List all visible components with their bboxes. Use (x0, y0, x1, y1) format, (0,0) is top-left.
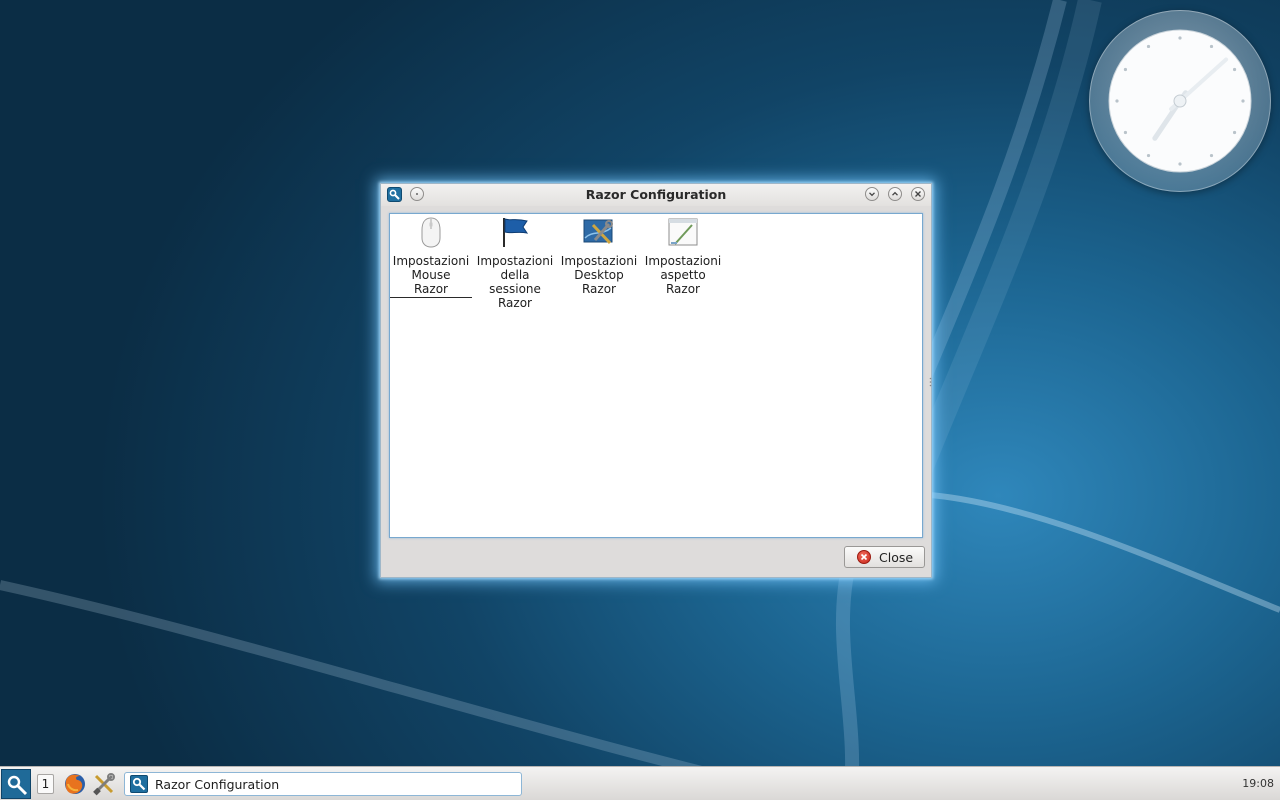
taskbar-clock[interactable]: 19:08 (1242, 777, 1274, 790)
clock-tick (1209, 44, 1214, 49)
clock-tick (1178, 162, 1182, 166)
item-session-settings[interactable]: Impostazioni della sessione Razor (474, 216, 556, 310)
clock-tick (1241, 99, 1245, 103)
close-icon (915, 191, 921, 197)
clock-tick (1146, 44, 1151, 49)
clock-tick (1232, 130, 1237, 135)
taskbar: 1 Razor Configuration 19:08 (0, 766, 1280, 800)
item-appearance-settings[interactable]: Impostazioni aspetto Razor (642, 216, 724, 296)
chevron-down-icon (869, 192, 875, 197)
clock-tick (1209, 153, 1214, 158)
app-icon (130, 775, 148, 793)
item-mouse-settings[interactable]: Impostazioni Mouse Razor (390, 216, 472, 298)
tools-icon (93, 773, 115, 796)
window-title: Razor Configuration (585, 187, 727, 202)
item-label: Impostazioni aspetto Razor (644, 254, 722, 296)
close-button-label: Close (879, 550, 914, 565)
appearance-icon (667, 216, 699, 248)
chevron-up-icon (892, 191, 898, 196)
analog-clock-widget[interactable] (1089, 10, 1271, 192)
desktop-switcher-1[interactable]: 1 (37, 774, 54, 794)
close-button[interactable]: Close (844, 546, 925, 568)
clock-face-icon (1108, 29, 1252, 173)
flag-icon (499, 216, 531, 248)
task-title: Razor Configuration (155, 777, 280, 792)
item-label: Impostazioni della sessione Razor (476, 254, 554, 310)
item-desktop-settings[interactable]: Impostazioni Desktop Razor (558, 216, 640, 296)
clock-tick (1123, 67, 1128, 72)
clock-tick (1115, 99, 1119, 103)
settings-launcher[interactable] (92, 772, 116, 796)
razor-logo-icon (7, 775, 28, 796)
firefox-icon (65, 774, 85, 794)
desktop-settings-icon (583, 216, 615, 248)
taskbar-window-button[interactable]: Razor Configuration (124, 772, 522, 796)
close-window-button[interactable] (911, 187, 925, 201)
clock-tick (1123, 130, 1128, 135)
razor-configuration-window: Razor Configuration Impostazioni Mouse R… (380, 183, 932, 578)
clock-tick (1146, 153, 1151, 158)
mouse-icon (415, 216, 447, 248)
firefox-launcher[interactable] (63, 772, 87, 796)
minimize-button[interactable] (865, 187, 879, 201)
item-label: Impostazioni Mouse Razor (390, 254, 472, 298)
item-label: Impostazioni Desktop Razor (560, 254, 638, 296)
close-circle-icon (857, 550, 871, 564)
splitter-grip[interactable] (929, 377, 932, 387)
settings-icon-view[interactable]: Impostazioni Mouse Razor Impostazioni de… (389, 213, 923, 538)
clock-tick (1232, 67, 1237, 72)
clock-tick (1178, 36, 1182, 40)
maximize-button[interactable] (888, 187, 902, 201)
start-menu-button[interactable] (1, 769, 31, 799)
window-titlebar[interactable]: Razor Configuration (381, 184, 931, 206)
